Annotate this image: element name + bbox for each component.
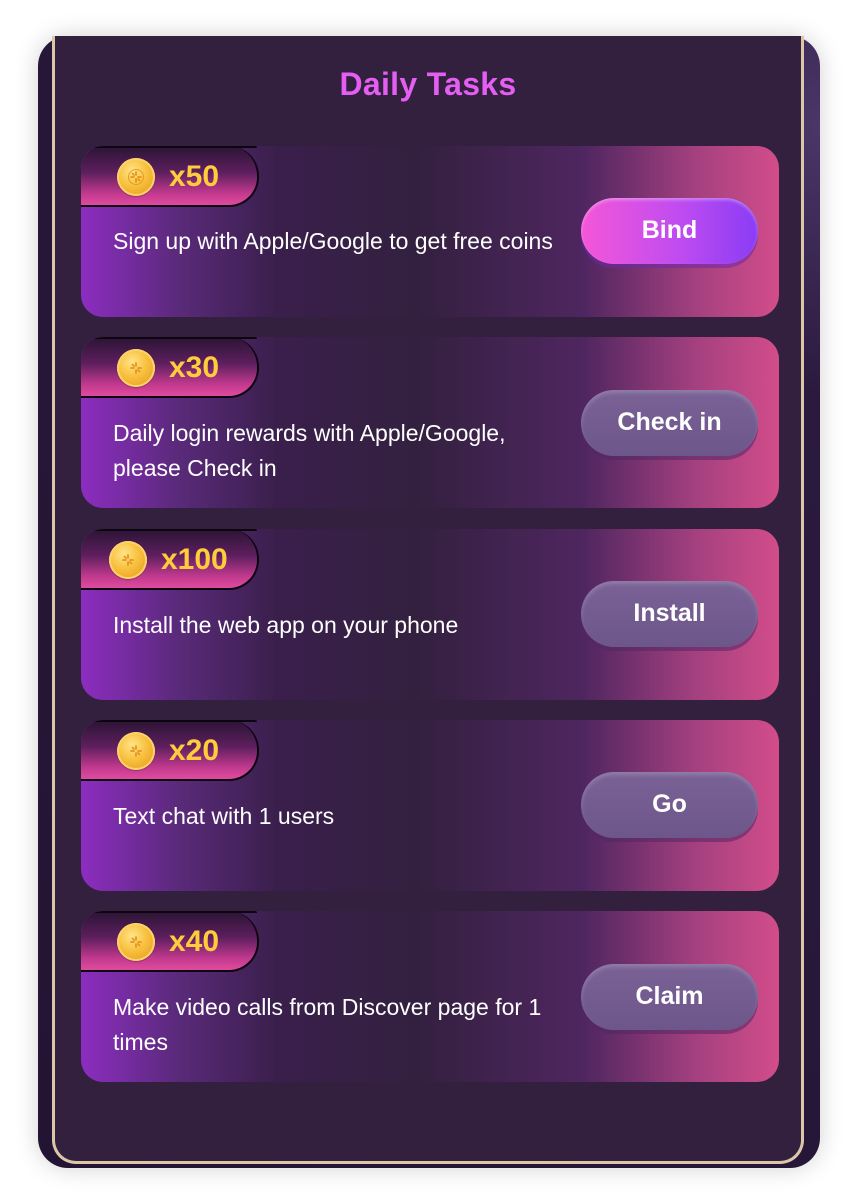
reward-amount: x20 [169,734,220,767]
reward-amount: x30 [169,351,220,384]
task-description: Make video calls from Discover page for … [113,994,542,1055]
task-card-text-chat: x20 Text chat with 1 users Go [81,720,779,891]
reward-tab: x50 [81,146,259,207]
daily-tasks-screen: Daily Tasks x50 Sign up with Apple/Googl… [0,0,856,1204]
task-card-video-calls: x40 Make video calls from Discover page … [81,911,779,1082]
bind-button[interactable]: Bind [581,198,758,264]
reward-tab: x40 [81,911,259,972]
reward-amount: x40 [169,925,220,958]
coin-icon [117,732,155,770]
task-description: Install the web app on your phone [113,612,459,638]
task-description: Sign up with Apple/Google to get free co… [113,228,553,254]
task-card-bind: x50 Sign up with Apple/Google to get fre… [81,146,779,317]
modal-title: Daily Tasks [339,66,517,102]
reward-amount: x100 [161,543,228,576]
task-card-check-in: x30 Daily login rewards with Apple/Googl… [81,337,779,508]
task-card-install: x100 Install the web app on your phone I… [81,529,779,700]
claim-button[interactable]: Claim [581,964,758,1030]
reward-tab: x20 [81,720,259,781]
task-description: Daily login rewards with Apple/Google, p… [113,420,506,481]
coin-icon [109,541,147,579]
coin-icon [117,349,155,387]
reward-tab: x100 [81,529,259,590]
go-button[interactable]: Go [581,772,758,838]
coin-icon [117,158,155,196]
reward-tab: x30 [81,337,259,398]
install-button[interactable]: Install [581,581,758,647]
reward-amount: x50 [169,160,220,193]
task-description: Text chat with 1 users [113,803,335,829]
coin-icon [117,923,155,961]
check-in-button[interactable]: Check in [581,390,758,456]
